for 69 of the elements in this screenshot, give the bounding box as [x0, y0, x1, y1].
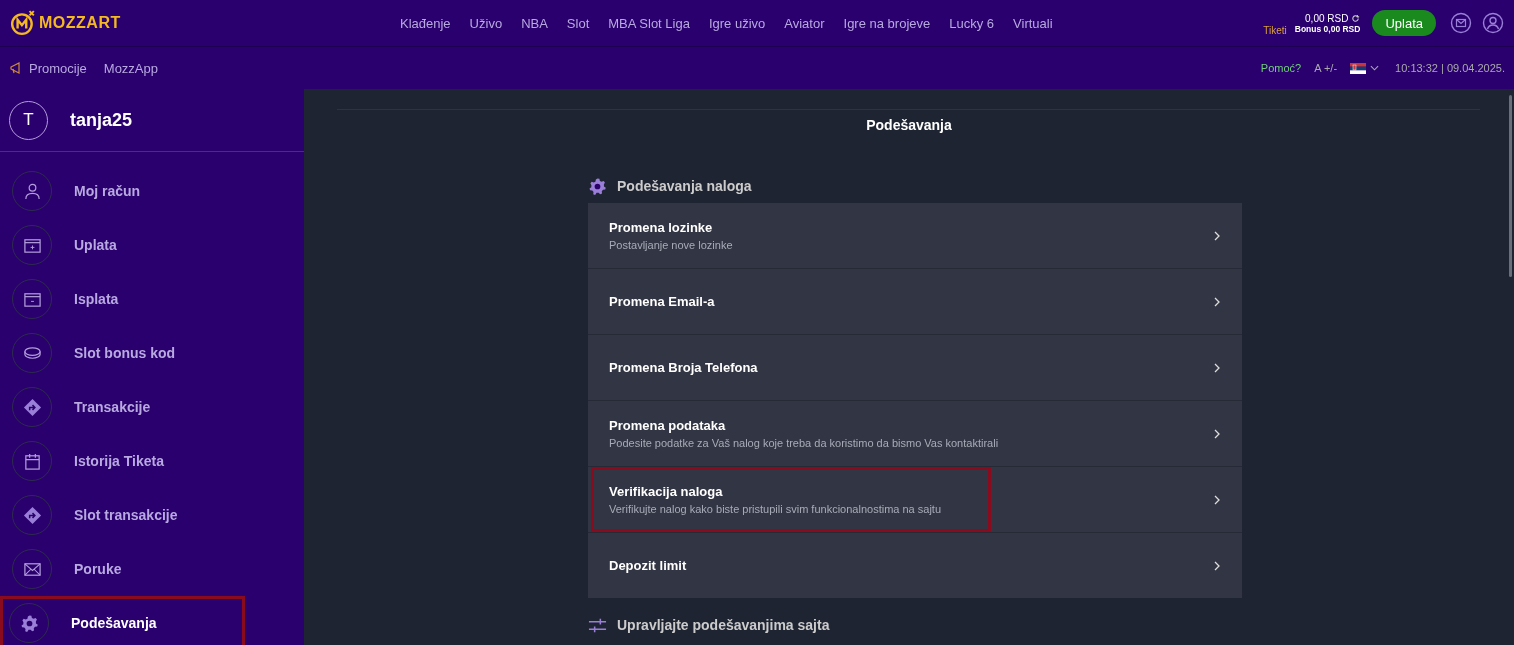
- settings-row[interactable]: Promena Broja Telefona: [588, 335, 1242, 401]
- row-subtitle: Postavljanje nove lozinke: [609, 239, 733, 251]
- settings-row[interactable]: Promena lozinke Postavljanje nove lozinke: [588, 203, 1242, 269]
- refresh-icon[interactable]: [1351, 13, 1361, 23]
- nav-link[interactable]: MBA Slot Liga: [608, 15, 690, 31]
- sub-nav-link[interactable]: Promocije: [29, 60, 87, 76]
- sidebar-item[interactable]: Uplata: [0, 218, 245, 272]
- direction-sign-icon: [22, 505, 42, 525]
- chevron-right-icon: [1214, 230, 1220, 241]
- sidebar-item[interactable]: Moj račun: [0, 164, 245, 218]
- chevron-right-icon: [1214, 560, 1220, 571]
- row-title: Promena lozinke: [609, 220, 714, 235]
- chevron-right-icon: [1214, 362, 1220, 373]
- nav-link[interactable]: NBA: [521, 15, 548, 31]
- nav-link[interactable]: Virtuali: [1013, 15, 1053, 31]
- sidebar-item[interactable]: Transakcije: [0, 380, 245, 434]
- flag-icon: [1350, 62, 1367, 74]
- chevron-down-icon: [1370, 65, 1380, 71]
- nav-link[interactable]: Slot: [566, 15, 590, 31]
- megaphone-icon: [9, 61, 23, 75]
- logo-icon: [10, 10, 36, 36]
- row-title: Promena Email-a: [609, 294, 715, 309]
- sidebar-item[interactable]: Poruke: [0, 542, 245, 596]
- sidebar-item[interactable]: Podešavanja: [0, 596, 245, 645]
- help-link[interactable]: Pomoć?: [1260, 62, 1302, 74]
- logo-text: MOZZART: [39, 14, 121, 32]
- user-icon[interactable]: [1482, 12, 1504, 34]
- settings-row[interactable]: Verifikacija naloga Verifikujte nalog kako biste pristupili svim funkcionalnostima na sajtu: [588, 467, 1242, 533]
- page-title: Podešavanja: [866, 116, 952, 133]
- nav-link[interactable]: Igre uživo: [708, 15, 766, 31]
- settings-row[interactable]: Depozit limit: [588, 533, 1242, 598]
- person-icon: [22, 181, 42, 201]
- sub-nav-link[interactable]: MozzApp: [103, 60, 158, 76]
- row-subtitle: Podesite podatke za Vaš nalog koje treba da koristimo da bismo Vas kontaktirali: [609, 437, 999, 449]
- row-title: Promena podataka: [609, 418, 727, 433]
- sidebar-item[interactable]: Isplata: [0, 272, 245, 326]
- username: tanja25: [70, 109, 133, 131]
- language-selector[interactable]: [1350, 62, 1380, 74]
- section-title: Podešavanja naloga: [617, 178, 752, 194]
- nav-link[interactable]: Uživo: [469, 15, 503, 31]
- sidebar-item[interactable]: Slot bonus kod: [0, 326, 245, 380]
- row-title: Verifikacija naloga: [609, 484, 724, 499]
- row-title: Promena Broja Telefona: [609, 360, 758, 375]
- row-title: Depozit limit: [609, 558, 687, 573]
- row-subtitle: Verifikujte nalog kako biste pristupili svim funkcionalnostima na sajtu: [609, 503, 942, 515]
- date-time: 10:13:32 | 09.04.2025.: [1395, 62, 1505, 74]
- bonus-amount: Bonus 0,00 RSD: [1294, 23, 1361, 34]
- chevron-right-icon: [1214, 428, 1220, 439]
- settings-icon: [588, 176, 607, 196]
- nav-link[interactable]: Igre na brojeve: [843, 15, 931, 31]
- tickets-link[interactable]: Tiketi: [1263, 24, 1287, 36]
- sidebar-item[interactable]: Istorija Tiketa: [0, 434, 245, 488]
- settings-row[interactable]: Promena podataka Podesite podatke za Vaš nalog koje treba da koristimo da bismo Vas kontaktirali: [588, 401, 1242, 467]
- sidebar-item[interactable]: Slot transakcije: [0, 488, 245, 542]
- font-size-toggle[interactable]: A +/-: [1314, 62, 1338, 74]
- chevron-right-icon: [1214, 494, 1220, 505]
- deposit-button[interactable]: Uplata: [1372, 10, 1436, 36]
- calendar-icon: [22, 451, 42, 471]
- nav-link[interactable]: Klađenje: [400, 15, 451, 31]
- settings-row[interactable]: Promena Email-a: [588, 269, 1242, 335]
- balance-amount: 0,00 RSD: [1305, 12, 1349, 24]
- scrollbar[interactable]: [1509, 95, 1512, 277]
- nav-link[interactable]: Aviator: [784, 15, 825, 31]
- section-title: Upravljajte podešavanjima sajta: [617, 617, 830, 633]
- chevron-right-icon: [1214, 296, 1220, 307]
- settings-icon: [19, 613, 39, 633]
- direction-sign-icon: [22, 397, 42, 417]
- mail-icon[interactable]: [1450, 12, 1472, 34]
- nav-link[interactable]: Lucky 6: [949, 15, 995, 31]
